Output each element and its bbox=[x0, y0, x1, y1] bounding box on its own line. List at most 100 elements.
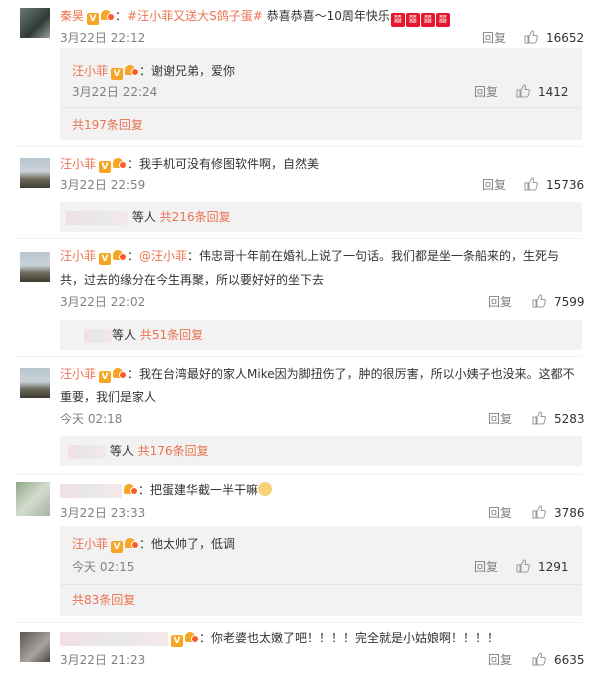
more-replies-link[interactable]: 共176条回复 bbox=[138, 444, 209, 458]
sub-reply-box: 汪小菲 V ：他太帅了，低调 今天 02:15 回复 1291 共83条回复 bbox=[60, 526, 582, 616]
sub-reply-box: 等人 共51条回复 bbox=[60, 320, 582, 350]
blurred-username bbox=[60, 483, 122, 498]
comment-time: 3月22日 22:02 bbox=[60, 295, 146, 309]
comment-time: 3月22日 22:12 bbox=[60, 31, 146, 45]
verified-badge-icon: V bbox=[87, 13, 100, 25]
like-count: 7599 bbox=[554, 295, 585, 309]
comment-item: 汪小菲 V ：我手机可没有修图软件啊，自然美 3月22日 22:59 回复 1573… bbox=[0, 146, 596, 236]
member-badge-icon bbox=[113, 367, 128, 379]
comment-text: ：我在台湾最好的家人Mike因为脚扭伤了，肿的很厉害，所以小姨子也没来。这都不 bbox=[127, 367, 575, 381]
reply-button[interactable]: 回复 bbox=[488, 295, 512, 309]
verified-badge-icon: V bbox=[99, 161, 112, 173]
comment-item: V ：你老婆也太嫩了吧！！！！完全就是小姑娘啊！！！！ 3月22日 21:23 回… bbox=[0, 622, 596, 680]
comment-text-line: 汪小菲 V ：@汪小菲：伟忠哥十年前在婚礼上说了一句话。我们都是坐一条船来的，生死与 bbox=[60, 249, 560, 265]
reply-button[interactable]: 回复 bbox=[488, 412, 512, 426]
commenter-name[interactable]: 汪小菲 bbox=[60, 249, 96, 263]
more-replies-row: 等人 共51条回复 bbox=[84, 327, 203, 343]
divider bbox=[60, 107, 582, 108]
avatar[interactable] bbox=[20, 252, 50, 282]
reply-time: 今天 02:15 bbox=[72, 560, 135, 574]
member-badge-icon bbox=[124, 483, 138, 495]
more-replies-link[interactable]: 共197条回复 bbox=[72, 117, 143, 133]
comment-text-line: ：把蛋建华截一半干嘛 bbox=[60, 482, 273, 498]
reply-text: ：谢谢兄弟，爱你 bbox=[139, 64, 236, 78]
blurred-username bbox=[66, 210, 128, 225]
thumbs-up-icon[interactable] bbox=[532, 294, 546, 308]
verified-badge-icon: V bbox=[111, 541, 124, 553]
comment-time: 3月22日 22:59 bbox=[60, 178, 146, 192]
thumbs-up-icon[interactable] bbox=[532, 652, 546, 666]
blurred-username bbox=[60, 631, 168, 646]
verified-badge-icon: V bbox=[171, 635, 183, 647]
divider bbox=[14, 146, 582, 147]
sub-reply-line: 汪小菲 V ：他太帅了，低调 bbox=[72, 536, 235, 553]
thumbs-up-icon[interactable] bbox=[516, 84, 530, 98]
thumbs-up-icon[interactable] bbox=[524, 177, 538, 191]
divider bbox=[14, 474, 582, 475]
emoji-icon: 囍 bbox=[390, 13, 405, 27]
commenter-name[interactable]: 汪小菲 bbox=[60, 157, 96, 171]
reply-button[interactable]: 回复 bbox=[482, 178, 506, 192]
sub-reply-box: 等人 共216条回复 bbox=[60, 202, 582, 232]
member-badge-icon bbox=[113, 157, 128, 169]
comment-item: 汪小菲 V ：@汪小菲：伟忠哥十年前在婚礼上说了一句话。我们都是坐一条船来的，生死与… bbox=[0, 238, 596, 356]
mention-link[interactable]: @汪小菲 bbox=[139, 249, 187, 263]
emoji-icon: 囍 bbox=[420, 13, 435, 27]
comment-text: ：伟忠哥十年前在婚礼上说了一句话。我们都是坐一条船来的，生死与 bbox=[187, 249, 560, 263]
like-count: 15736 bbox=[546, 178, 585, 192]
like-count: 16652 bbox=[546, 31, 585, 45]
divider bbox=[60, 584, 582, 585]
avatar[interactable] bbox=[20, 632, 50, 662]
avatar[interactable] bbox=[20, 158, 50, 188]
member-badge-icon bbox=[101, 9, 116, 21]
comment-item: 秦昊 V ：#汪小菲又送大S鸽子蛋# 恭喜恭喜～10周年快乐囍囍囍囍 3月22日 2… bbox=[0, 0, 596, 140]
like-count: 1412 bbox=[538, 85, 569, 99]
comment-time: 今天 02:18 bbox=[60, 412, 123, 426]
sub-reply-box: 等人 共176条回复 bbox=[60, 436, 582, 466]
comment-item: ：把蛋建华截一半干嘛 3月22日 23:33 回复 3786 汪小菲 V ：他太帅了… bbox=[0, 474, 596, 620]
verified-badge-icon: V bbox=[99, 371, 112, 383]
thumbs-up-icon[interactable] bbox=[516, 559, 530, 573]
reply-text: ：他太帅了，低调 bbox=[139, 537, 236, 551]
sub-reply-box: 汪小菲 V ：谢谢兄弟，爱你 3月22日 22:24 回复 1412 共197条回复 bbox=[60, 49, 582, 140]
more-replies-link[interactable]: 共216条回复 bbox=[160, 210, 231, 224]
more-replies-link[interactable]: 共83条回复 bbox=[72, 592, 135, 608]
member-badge-icon bbox=[125, 64, 140, 76]
member-badge-icon bbox=[185, 631, 199, 643]
reply-button[interactable]: 回复 bbox=[488, 506, 512, 520]
avatar[interactable] bbox=[20, 8, 50, 38]
commenter-name[interactable]: 汪小菲 bbox=[60, 367, 96, 381]
reply-button[interactable]: 回复 bbox=[482, 31, 506, 45]
thumbs-up-icon[interactable] bbox=[532, 411, 546, 425]
reply-button[interactable]: 回复 bbox=[474, 560, 498, 574]
comment-text-line: 汪小菲 V ：我手机可没有修图软件啊，自然美 bbox=[60, 156, 319, 173]
doge-emoji-icon bbox=[258, 482, 273, 496]
reply-button[interactable]: 回复 bbox=[474, 85, 498, 99]
member-badge-icon bbox=[125, 537, 140, 549]
commenter-name[interactable]: 汪小菲 bbox=[72, 537, 108, 551]
like-count: 6635 bbox=[554, 653, 585, 667]
comment-text: 重要，我们是家人 bbox=[60, 390, 157, 404]
more-replies-row: 等人 共216条回复 bbox=[66, 209, 231, 225]
avatar[interactable] bbox=[16, 482, 50, 516]
avatar[interactable] bbox=[20, 368, 50, 398]
comment-item: 汪小菲 V ：我在台湾最好的家人Mike因为脚扭伤了，肿的很厉害，所以小姨子也没来。… bbox=[0, 356, 596, 472]
more-replies-row: 等人 共176条回复 bbox=[68, 443, 209, 459]
reply-button[interactable]: 回复 bbox=[488, 653, 512, 667]
like-count: 3786 bbox=[554, 506, 585, 520]
verified-badge-icon: V bbox=[99, 253, 112, 265]
divider bbox=[14, 622, 582, 623]
comment-text: ：把蛋建华截一半干嘛 bbox=[138, 483, 259, 497]
comment-time: 3月22日 21:23 bbox=[60, 653, 146, 667]
hashtag-link[interactable]: #汪小菲又送大S鸽子蛋# bbox=[127, 9, 263, 23]
thumbs-up-icon[interactable] bbox=[532, 505, 546, 519]
emoji-icon: 囍 bbox=[435, 13, 450, 27]
commenter-name[interactable]: 汪小菲 bbox=[72, 64, 108, 78]
comment-text: 共，过去的缘分在今生再聚，所以要好好的坐下去 bbox=[60, 273, 325, 287]
more-replies-link[interactable]: 共51条回复 bbox=[140, 328, 203, 342]
comment-text-line: 秦昊 V ：#汪小菲又送大S鸽子蛋# 恭喜恭喜～10周年快乐囍囍囍囍 bbox=[60, 8, 450, 27]
comment-time: 3月22日 23:33 bbox=[60, 506, 146, 520]
commenter-name[interactable]: 秦昊 bbox=[60, 9, 84, 23]
member-badge-icon bbox=[113, 249, 128, 261]
thumbs-up-icon[interactable] bbox=[524, 30, 538, 44]
